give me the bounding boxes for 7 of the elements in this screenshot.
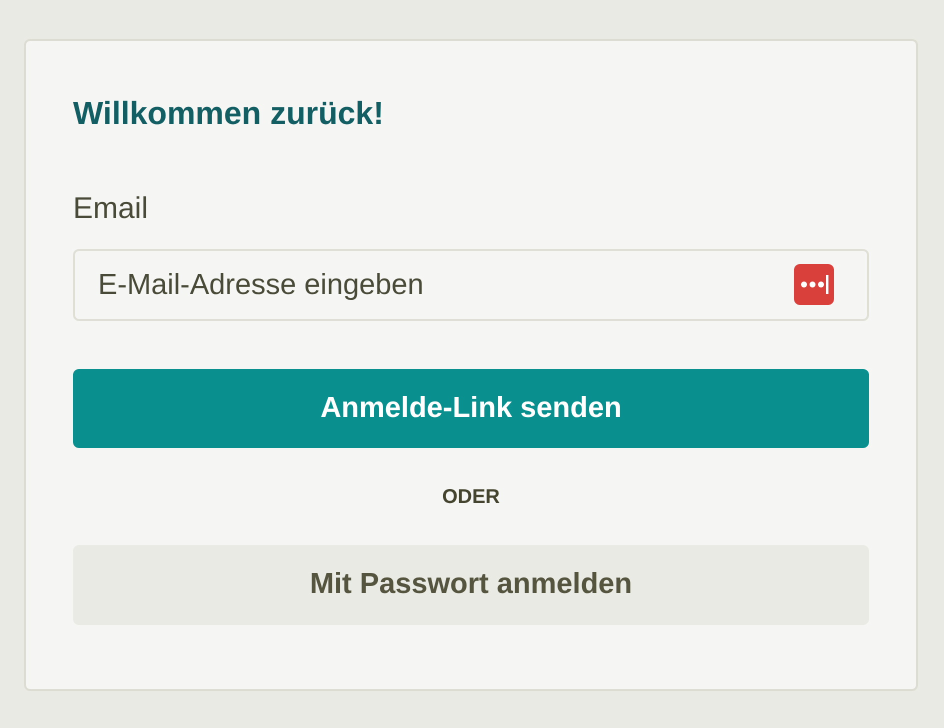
send-login-link-button[interactable]: Anmelde-Link senden (73, 369, 869, 448)
password-login-button[interactable]: Mit Passwort anmelden (73, 545, 869, 625)
email-input-field[interactable]: E-Mail-Adresse eingeben (73, 249, 869, 321)
or-divider-text: ODER (442, 485, 500, 509)
email-label: Email (73, 191, 150, 227)
welcome-title: Willkommen zurück! (73, 94, 385, 133)
password-dots-icon[interactable] (794, 264, 834, 305)
